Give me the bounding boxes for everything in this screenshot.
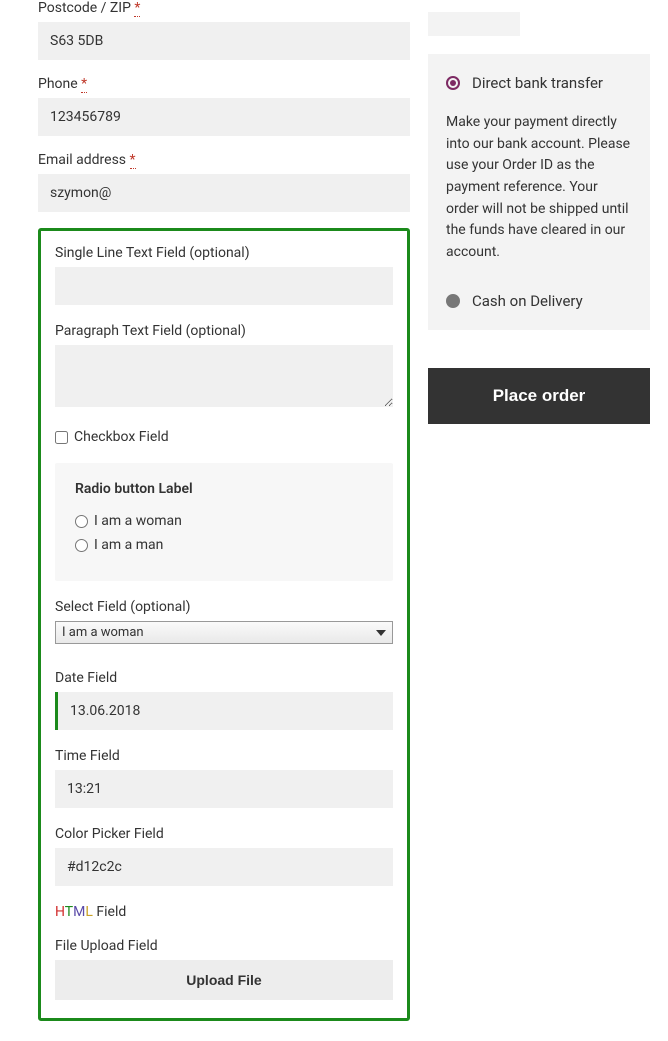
select-label: Select Field (optional) (55, 599, 393, 615)
file-row: File Upload Field Upload File (55, 938, 393, 1000)
postcode-label: Postcode / ZIP * (38, 0, 410, 16)
required-mark: * (130, 152, 136, 169)
email-label: Email address * (38, 152, 410, 168)
phone-row: Phone * (38, 76, 410, 136)
radio-option-woman[interactable]: I am a woman (75, 513, 373, 529)
payment-option-bank[interactable]: Direct bank transfer (446, 74, 632, 92)
radio-unselected-icon (446, 294, 460, 308)
select-value: I am a woman (62, 625, 144, 640)
color-input[interactable] (55, 848, 393, 886)
email-input[interactable] (38, 174, 410, 212)
payment-option-bank-label: Direct bank transfer (472, 74, 603, 92)
select-field[interactable]: I am a woman (55, 621, 393, 644)
date-row: Date Field (55, 670, 393, 730)
phone-input[interactable] (38, 98, 410, 136)
color-label: Color Picker Field (55, 826, 393, 842)
sidebar: Direct bank transfer Make your payment d… (428, 0, 668, 424)
radio-label-woman: I am a woman (94, 513, 182, 529)
radio-label-man: I am a man (94, 537, 163, 553)
file-label: File Upload Field (55, 938, 393, 954)
checkbox-label: Checkbox Field (74, 429, 169, 445)
radio-panel: Radio button Label I am a woman I am a m… (55, 463, 393, 581)
email-label-text: Email address (38, 152, 126, 168)
date-input[interactable] (55, 692, 393, 730)
html-field-row: HTML Field (55, 904, 393, 920)
payment-panel: Direct bank transfer Make your payment d… (428, 54, 650, 330)
chevron-down-icon (376, 630, 386, 636)
sidebar-stub (428, 12, 520, 36)
radio-panel-row: Radio button Label I am a woman I am a m… (55, 463, 393, 581)
html-field-label: HTML (55, 904, 93, 920)
radio-input-man[interactable] (75, 539, 88, 552)
checkbox-field[interactable] (55, 431, 68, 444)
radio-selected-icon (446, 76, 460, 90)
html-field-suffix: Field (93, 904, 126, 920)
select-row: Select Field (optional) I am a woman (55, 599, 393, 644)
color-row: Color Picker Field (55, 826, 393, 886)
postcode-label-text: Postcode / ZIP (38, 0, 131, 16)
payment-option-cod-label: Cash on Delivery (472, 292, 583, 310)
paragraph-input[interactable] (55, 345, 393, 407)
single-line-label: Single Line Text Field (optional) (55, 245, 393, 261)
upload-file-button[interactable]: Upload File (55, 960, 393, 1000)
single-line-input[interactable] (55, 267, 393, 305)
payment-option-cod[interactable]: Cash on Delivery (446, 292, 632, 310)
paragraph-label: Paragraph Text Field (optional) (55, 323, 393, 339)
payment-option-bank-desc: Make your payment directly into our bank… (446, 112, 632, 264)
paragraph-row: Paragraph Text Field (optional) (55, 323, 393, 411)
checkbox-row: Checkbox Field (55, 429, 393, 445)
required-mark: * (134, 0, 140, 17)
radio-panel-title: Radio button Label (75, 481, 373, 497)
postcode-input[interactable] (38, 22, 410, 60)
radio-option-man[interactable]: I am a man (75, 537, 373, 553)
time-input[interactable] (55, 770, 393, 808)
single-line-row: Single Line Text Field (optional) (55, 245, 393, 305)
phone-label-text: Phone (38, 76, 78, 92)
radio-input-woman[interactable] (75, 515, 88, 528)
email-row: Email address * (38, 152, 410, 212)
postcode-row: Postcode / ZIP * (38, 0, 410, 60)
required-mark: * (81, 76, 87, 93)
date-label: Date Field (55, 670, 393, 686)
time-label: Time Field (55, 748, 393, 764)
custom-fields-panel: Single Line Text Field (optional) Paragr… (38, 228, 410, 1021)
place-order-button[interactable]: Place order (428, 368, 650, 424)
phone-label: Phone * (38, 76, 410, 92)
time-row: Time Field (55, 748, 393, 808)
